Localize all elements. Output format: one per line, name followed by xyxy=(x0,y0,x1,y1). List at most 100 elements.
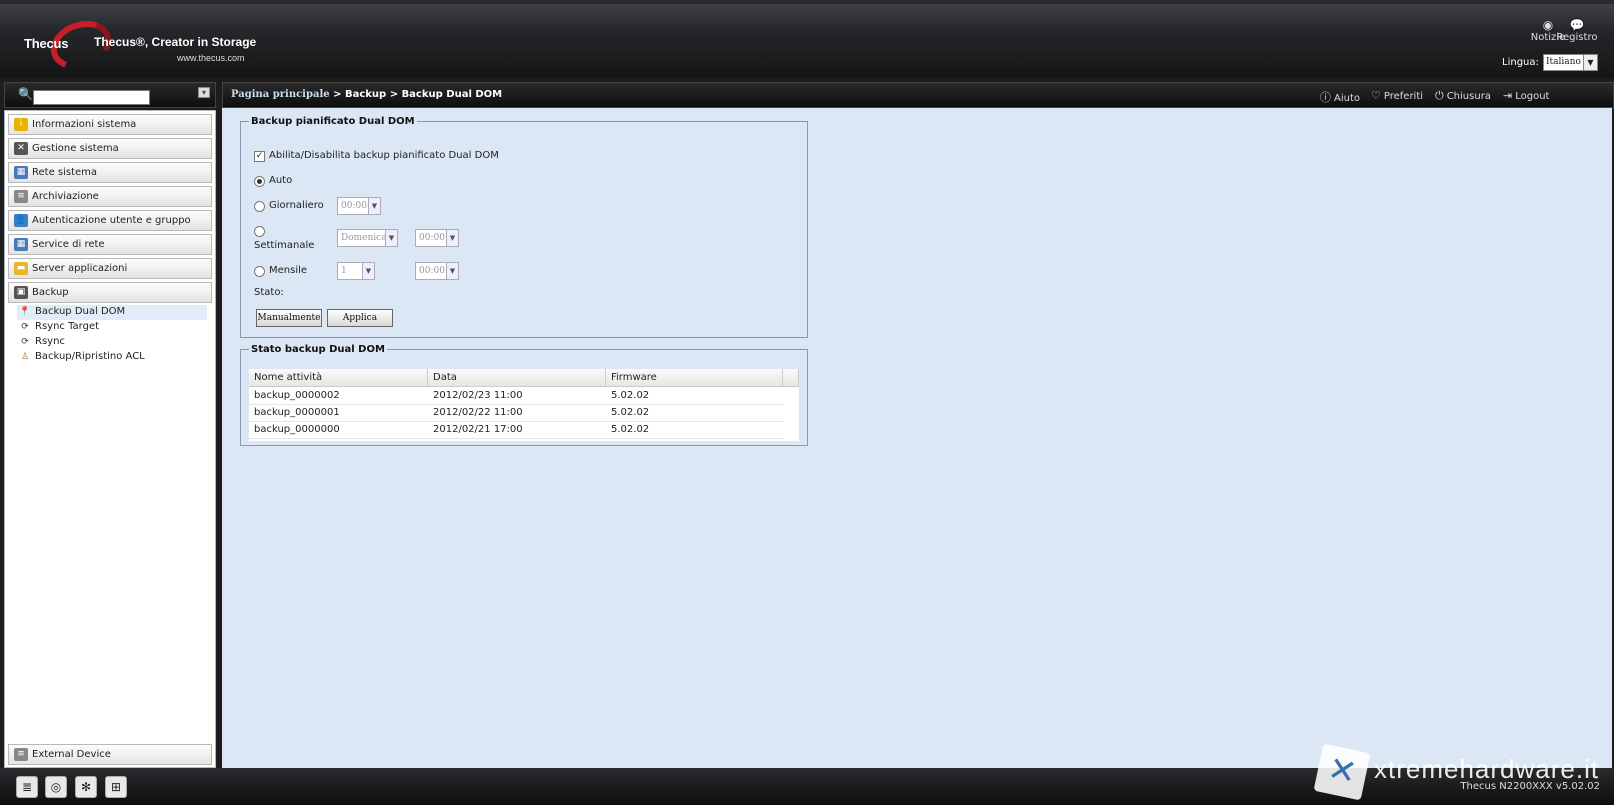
enable-schedule-checkbox[interactable]: ✓ xyxy=(254,151,265,162)
sidebar-item-label: Autenticazione utente e gruppo xyxy=(32,215,191,226)
info-icon: i xyxy=(14,118,28,131)
sidebar-item-service-di-rete[interactable]: ▦ Service di rete xyxy=(8,234,212,255)
sidebar-item-informazioni-sistema[interactable]: i Informazioni sistema xyxy=(8,114,212,135)
disk-dock-icon[interactable]: ◎ xyxy=(45,776,67,798)
column-header-nome[interactable]: Nome attività xyxy=(249,369,428,387)
chevron-down-icon: ▼ xyxy=(368,198,380,214)
radio-giornaliero[interactable] xyxy=(254,201,265,212)
external-device-icon: ≡ xyxy=(14,748,28,761)
sidebar-subitem-rsync-target[interactable]: ⟳ Rsync Target xyxy=(17,320,207,335)
network-dock-icon[interactable]: ⊞ xyxy=(105,776,127,798)
daily-time-select[interactable]: 00:00 ▼ xyxy=(337,197,381,215)
bottom-taskbar: ≣ ◎ ✻ ⊞ Thecus N2200XXX v5.02.02 xyxy=(0,768,1614,805)
sync-icon: ⟳ xyxy=(21,322,29,332)
language-select-value: Italiano xyxy=(1546,57,1581,67)
aiuto-button[interactable]: ⓘ Aiuto xyxy=(1320,89,1360,105)
app-header: Thecus Thecus®, Creator in Storage www.t… xyxy=(0,0,1614,78)
logout-label: Logout xyxy=(1515,91,1550,102)
radio-auto[interactable] xyxy=(254,176,265,187)
breadcrumb-bar: Pagina principale > Backup > Backup Dual… xyxy=(222,82,1614,108)
column-header-data[interactable]: Data xyxy=(428,369,606,387)
firmware-version: Thecus N2200XXX v5.02.02 xyxy=(1460,781,1600,792)
fan-dock-icon[interactable]: ✻ xyxy=(75,776,97,798)
cell-data: 2012/02/21 17:00 xyxy=(433,424,523,435)
cell-nome: backup_0000000 xyxy=(254,424,340,435)
network-service-icon: ▦ xyxy=(14,238,28,251)
logout-button[interactable]: ⇥ Logout xyxy=(1503,89,1549,102)
cell-firmware: 5.02.02 xyxy=(611,390,650,401)
sidebar-item-server-applicazioni[interactable]: ▬ Server applicazioni xyxy=(8,258,212,279)
sidebar-item-archiviazione[interactable]: ≡ Archiviazione xyxy=(8,186,212,207)
sidebar-subitem-backup-ripristino-acl[interactable]: ♙ Backup/Ripristino ACL xyxy=(17,350,207,365)
sidebar-item-autenticazione[interactable]: 👤 Autenticazione utente e gruppo xyxy=(8,210,212,231)
network-icon: ▦ xyxy=(14,166,28,179)
manual-backup-button[interactable]: Manualmente xyxy=(256,309,322,327)
cell-firmware: 5.02.02 xyxy=(611,424,650,435)
user-lock-icon: ♙ xyxy=(20,352,30,362)
search-icon: 🔍 xyxy=(18,87,33,101)
auto-label: Auto xyxy=(269,175,293,186)
breadcrumb-separator: > xyxy=(389,89,399,100)
table-row[interactable]: backup_0000001 2012/02/22 11:00 5.02.02 xyxy=(249,405,783,422)
monthly-day-select[interactable]: 1 ▼ xyxy=(337,262,375,280)
sidebar-subitem-backup-dual-dom[interactable]: 📍 Backup Dual DOM xyxy=(17,305,207,320)
registro-button[interactable]: 💬 Registro xyxy=(1553,18,1601,43)
sidebar-item-label: Backup xyxy=(32,287,69,298)
breadcrumb-home-link[interactable]: Pagina principale xyxy=(231,89,330,100)
breadcrumb-backup[interactable]: Backup xyxy=(345,89,386,100)
backup-icon: ▣ xyxy=(14,286,28,299)
main-content: Backup pianificato Dual DOM ✓ Abilita/Di… xyxy=(222,108,1612,768)
aiuto-label: Aiuto xyxy=(1334,93,1360,104)
breadcrumb: Pagina principale > Backup > Backup Dual… xyxy=(231,89,502,100)
sidebar-subitem-label: Rsync Target xyxy=(35,321,100,332)
sidebar-subitem-label: Backup/Ripristino ACL xyxy=(35,351,145,362)
preferiti-button[interactable]: ♡ Preferiti xyxy=(1371,89,1423,102)
lingua-label: Lingua: xyxy=(1502,57,1539,68)
collapse-icon[interactable]: ▾ xyxy=(198,87,210,98)
sidebar-menu: i Informazioni sistema ✕ Gestione sistem… xyxy=(4,110,216,768)
chevron-down-icon: ▼ xyxy=(1583,55,1597,70)
apply-button[interactable]: Applica xyxy=(327,309,393,327)
power-icon: ⏻ xyxy=(1435,89,1444,102)
weekly-time-value: 00:00 xyxy=(419,233,445,243)
radio-settimanale[interactable] xyxy=(254,226,265,237)
logo-tagline: Thecus®, Creator in Storage xyxy=(94,35,257,49)
chevron-down-icon: ▼ xyxy=(385,230,397,246)
sidebar-item-label: Server applicazioni xyxy=(32,263,128,274)
sidebar-search-bar: 🔍 ▾ xyxy=(4,82,216,108)
radio-mensile[interactable] xyxy=(254,266,265,277)
weekly-time-select[interactable]: 00:00 ▼ xyxy=(415,229,459,247)
weekly-day-select[interactable]: Domenica ▼ xyxy=(337,229,398,247)
help-icon: ⓘ xyxy=(1320,91,1331,104)
sidebar-item-gestione-sistema[interactable]: ✕ Gestione sistema xyxy=(8,138,212,159)
sidebar-item-label: Gestione sistema xyxy=(32,143,119,154)
enable-schedule-label: Abilita/Disabilita backup pianificato Du… xyxy=(269,150,499,161)
stato-label: Stato: xyxy=(254,287,284,298)
chevron-down-icon: ▼ xyxy=(446,263,458,279)
sync-icon: ⟳ xyxy=(21,337,29,347)
search-input[interactable] xyxy=(33,90,150,105)
sidebar-subitem-rsync[interactable]: ⟳ Rsync xyxy=(17,335,207,350)
status-fieldset: Stato backup Dual DOM Nome attività Data… xyxy=(240,344,808,446)
monthly-time-select[interactable]: 00:00 ▼ xyxy=(415,262,459,280)
sidebar-item-rete-sistema[interactable]: ▦ Rete sistema xyxy=(8,162,212,183)
sidebar-item-backup[interactable]: ▣ Backup xyxy=(8,282,212,303)
chiusura-button[interactable]: ⏻ Chiusura xyxy=(1435,89,1491,103)
status-legend: Stato backup Dual DOM xyxy=(251,344,385,355)
chiusura-label: Chiusura xyxy=(1446,91,1491,102)
sidebar-item-label: Archiviazione xyxy=(32,191,99,202)
preferiti-label: Preferiti xyxy=(1383,91,1424,102)
storage-dock-icon[interactable]: ≣ xyxy=(16,776,38,798)
monthly-day-value: 1 xyxy=(341,266,347,276)
logo-brand: Thecus xyxy=(24,36,69,51)
thecus-logo[interactable]: Thecus Thecus®, Creator in Storage www.t… xyxy=(22,12,256,78)
sidebar-item-label: Informazioni sistema xyxy=(32,119,137,130)
column-header-firmware[interactable]: Firmware xyxy=(606,369,783,387)
mensile-label: Mensile xyxy=(269,265,308,276)
sidebar-subitem-label: Backup Dual DOM xyxy=(35,306,126,317)
sidebar-subitem-label: Rsync xyxy=(35,336,65,347)
sidebar-item-external-device[interactable]: ≡ External Device xyxy=(8,744,212,765)
language-select[interactable]: Italiano ▼ xyxy=(1543,54,1598,71)
table-row[interactable]: backup_0000002 2012/02/23 11:00 5.02.02 xyxy=(249,388,783,405)
table-row[interactable]: backup_0000000 2012/02/21 17:00 5.02.02 xyxy=(249,422,783,439)
